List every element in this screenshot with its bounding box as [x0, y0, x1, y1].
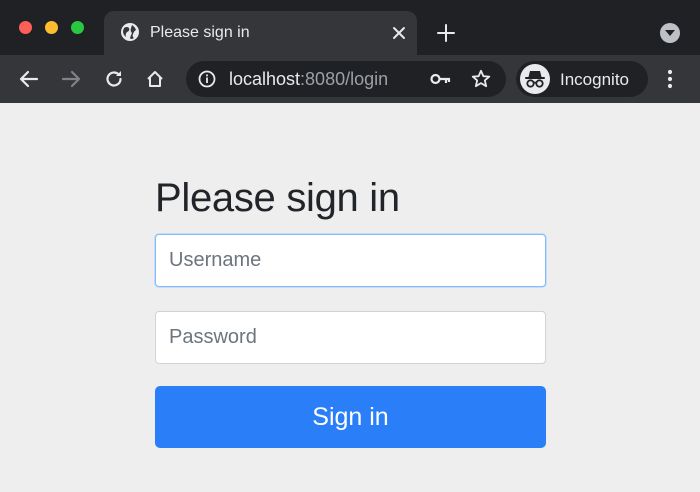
incognito-label: Incognito — [560, 70, 629, 89]
plus-icon[interactable] — [434, 21, 458, 45]
window-minimize-button[interactable] — [45, 21, 58, 34]
incognito-profile-button[interactable]: Incognito — [516, 61, 648, 97]
window-maximize-button[interactable] — [71, 21, 84, 34]
page-content: Please sign in Sign in — [0, 103, 700, 492]
browser-toolbar: localhost:8080/login Incognito — [0, 55, 700, 103]
kebab-menu-icon[interactable] — [660, 67, 680, 91]
tab-title: Please sign in — [150, 24, 250, 41]
password-field[interactable] — [155, 311, 546, 364]
globe-icon — [120, 22, 140, 42]
sign-in-button[interactable]: Sign in — [155, 386, 546, 448]
reload-icon[interactable] — [100, 65, 128, 93]
tab-active[interactable]: Please sign in — [104, 11, 417, 55]
key-icon[interactable] — [430, 70, 452, 88]
username-field[interactable] — [155, 234, 546, 287]
url-host: localhost — [229, 69, 301, 89]
page-title: Please sign in — [155, 176, 400, 220]
incognito-icon — [520, 64, 550, 94]
star-icon[interactable] — [471, 69, 491, 89]
address-bar[interactable]: localhost:8080/login — [186, 61, 506, 97]
url-path: :8080/login — [300, 69, 389, 89]
window-close-button[interactable] — [19, 21, 32, 34]
home-icon[interactable] — [141, 65, 169, 93]
tab-strip: Please sign in — [0, 0, 700, 55]
url-text[interactable]: localhost:8080/login — [229, 69, 388, 90]
arrow-right-icon[interactable] — [57, 65, 85, 93]
close-icon[interactable] — [389, 23, 409, 43]
chevron-down-icon[interactable] — [660, 23, 680, 43]
info-icon[interactable] — [198, 70, 216, 88]
arrow-left-icon[interactable] — [15, 65, 43, 93]
